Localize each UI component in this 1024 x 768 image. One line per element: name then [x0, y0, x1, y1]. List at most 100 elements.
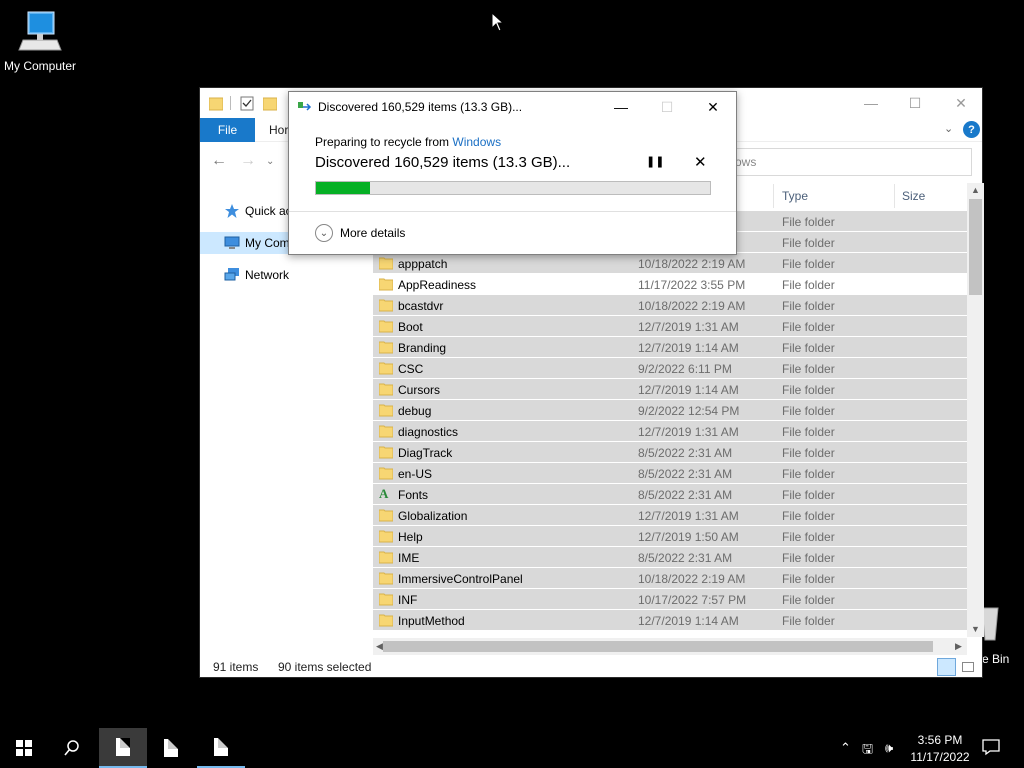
file-name: Cursors	[398, 383, 441, 397]
chevron-down-icon[interactable]: ⌄	[944, 122, 953, 135]
file-type: File folder	[782, 236, 835, 250]
table-row[interactable]: Help 12/7/2019 1:50 AM File folder	[373, 526, 967, 547]
maximize-button[interactable]: ☐	[892, 88, 938, 118]
taskbar-app-2[interactable]	[147, 728, 195, 768]
network-icon[interactable]: 🖫	[862, 740, 873, 762]
star-icon	[225, 204, 239, 218]
file-name: INF	[398, 593, 418, 607]
table-row[interactable]: Boot 12/7/2019 1:31 AM File folder	[373, 316, 967, 337]
file-date: 11/17/2022 3:55 PM	[638, 278, 746, 292]
folder-icon	[379, 509, 393, 522]
search-icon	[64, 740, 79, 756]
desktop-icon-label: e Bin	[982, 652, 1010, 666]
column-header-size[interactable]: Size	[902, 189, 925, 203]
scroll-down-icon[interactable]: ▼	[971, 624, 980, 634]
scrollbar-thumb[interactable]	[969, 199, 982, 295]
file-type: File folder	[782, 530, 835, 544]
file-date: 10/18/2022 2:19 AM	[638, 257, 746, 271]
file-name: Help	[398, 530, 423, 544]
taskbar-app-1[interactable]	[99, 728, 147, 768]
search-input[interactable]: ows	[734, 148, 972, 176]
file-date: 10/18/2022 2:19 AM	[638, 299, 746, 313]
close-button[interactable]: ✕	[938, 88, 984, 118]
scroll-left-icon[interactable]: ◀	[376, 641, 383, 652]
file-type: File folder	[782, 593, 835, 607]
clock-time[interactable]: 3:56 PM	[905, 733, 975, 747]
new-folder-icon[interactable]	[263, 95, 277, 111]
scrollbar-thumb[interactable]	[383, 641, 933, 652]
nav-item-network[interactable]: Network	[200, 264, 373, 286]
start-button[interactable]	[0, 728, 48, 768]
dialog-close-button[interactable]: ✕	[698, 96, 728, 118]
clock-date[interactable]: 11/17/2022	[905, 750, 975, 764]
scroll-right-icon[interactable]: ▶	[955, 641, 962, 652]
volume-icon[interactable]: 🕪	[885, 740, 893, 756]
table-row[interactable]: A Fonts 8/5/2022 2:31 AM File folder	[373, 484, 967, 505]
horizontal-scrollbar[interactable]: ◀ ▶	[373, 638, 967, 655]
large-icons-view-icon[interactable]	[962, 662, 974, 672]
file-date: 12/7/2019 1:31 AM	[638, 425, 739, 439]
table-row[interactable]: debug 9/2/2022 12:54 PM File folder	[373, 400, 967, 421]
mouse-cursor-icon	[491, 12, 505, 32]
table-row[interactable]: bcastdvr 10/18/2022 2:19 AM File folder	[373, 295, 967, 316]
folder-icon	[379, 362, 393, 375]
vertical-scrollbar[interactable]: ▲ ▼	[967, 183, 984, 637]
table-row[interactable]: Branding 12/7/2019 1:14 AM File folder	[373, 337, 967, 358]
table-row[interactable]: CSC 9/2/2022 6:11 PM File folder	[373, 358, 967, 379]
progress-bar	[315, 181, 711, 195]
desktop-icon-label: My Computer	[3, 59, 77, 73]
file-date: 12/7/2019 1:14 AM	[638, 383, 739, 397]
dialog-title: Discovered 160,529 items (13.3 GB)...	[318, 100, 523, 114]
back-arrow-icon[interactable]: ←	[211, 152, 227, 170]
windows-logo-icon	[16, 740, 32, 756]
search-button[interactable]	[48, 728, 96, 768]
minimize-button[interactable]: —	[848, 88, 894, 118]
file-type: File folder	[782, 341, 835, 355]
table-row[interactable]: Globalization 12/7/2019 1:31 AM File folde…	[373, 505, 967, 526]
details-view-icon[interactable]	[937, 658, 956, 676]
notification-icon[interactable]	[982, 738, 1000, 759]
folder-icon	[379, 257, 393, 270]
cancel-icon[interactable]: ✕	[694, 153, 707, 171]
recent-locations-chevron-icon[interactable]: ⌄	[266, 156, 274, 167]
tab-file[interactable]: File	[200, 118, 255, 142]
more-details-button[interactable]: More details	[340, 226, 405, 240]
table-row[interactable]: diagnostics 12/7/2019 1:31 AM File folder	[373, 421, 967, 442]
help-icon[interactable]: ?	[963, 121, 980, 138]
file-type: File folder	[782, 467, 835, 481]
table-row[interactable]: apppatch 10/18/2022 2:19 AM File folder	[373, 253, 967, 274]
table-row[interactable]: InputMethod 12/7/2019 1:14 AM File folder	[373, 610, 967, 631]
column-divider	[773, 184, 774, 208]
search-placeholder: ows	[735, 155, 757, 169]
chevron-up-icon[interactable]: ⌃	[840, 740, 851, 756]
folder-icon	[379, 572, 393, 585]
folder-icon	[379, 614, 393, 627]
table-row[interactable]: INF 10/17/2022 7:57 PM File folder	[373, 589, 967, 610]
forward-arrow-icon[interactable]: →	[240, 152, 256, 170]
desktop-icon-my-computer[interactable]: My Computer	[0, 8, 80, 78]
recycle-progress-dialog: Discovered 160,529 items (13.3 GB)... — …	[288, 91, 737, 255]
table-row[interactable]: IME 8/5/2022 2:31 AM File folder	[373, 547, 967, 568]
properties-icon[interactable]	[240, 95, 254, 111]
column-header-type[interactable]: Type	[782, 189, 808, 203]
tab-home[interactable]: Hor	[269, 118, 288, 142]
pause-icon[interactable]: ❚❚	[646, 155, 664, 168]
file-date: 8/5/2022 2:31 AM	[638, 551, 733, 565]
scroll-up-icon[interactable]: ▲	[971, 185, 980, 195]
taskbar-app-3[interactable]	[197, 728, 245, 768]
table-row[interactable]: en-US 8/5/2022 2:31 AM File folder	[373, 463, 967, 484]
table-row[interactable]: ImmersiveControlPanel 10/18/2022 2:19 AM F…	[373, 568, 967, 589]
file-name: en-US	[398, 467, 433, 481]
file-type: File folder	[782, 383, 835, 397]
table-row[interactable]: AppReadiness 11/17/2022 3:55 PM File folde…	[373, 274, 967, 295]
folder-icon	[379, 320, 393, 333]
table-row[interactable]: Cursors 12/7/2019 1:14 AM File folder	[373, 379, 967, 400]
file-name: InputMethod	[398, 614, 465, 628]
chevron-down-icon[interactable]: ⌄	[315, 224, 333, 242]
source-folder-link[interactable]: Windows	[452, 135, 501, 149]
table-row[interactable]: DiagTrack 8/5/2022 2:31 AM File folder	[373, 442, 967, 463]
computer-icon	[224, 236, 240, 249]
nav-item-label: Network	[245, 268, 290, 282]
file-type: File folder	[782, 278, 835, 292]
dialog-minimize-button[interactable]: —	[606, 96, 636, 118]
